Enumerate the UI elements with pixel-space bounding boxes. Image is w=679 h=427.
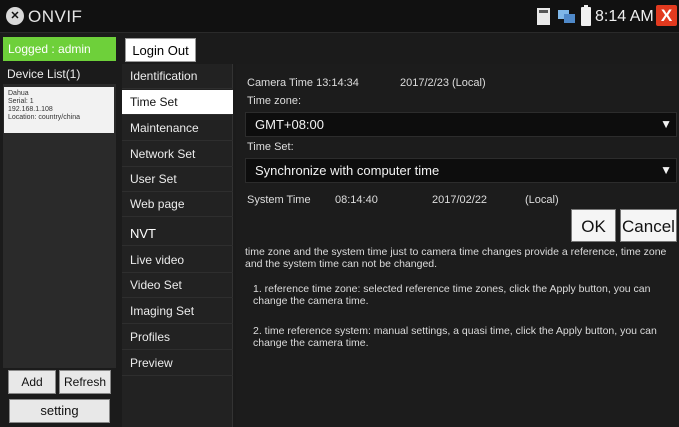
time-set-value: Synchronize with computer time [255,163,440,178]
menu-item-user-set[interactable]: User Set [122,167,233,192]
description-intro: time zone and the system time just to ca… [245,246,667,270]
camera-time: Camera Time 13:14:34 [247,77,359,89]
menu-item-video-set[interactable]: Video Set [122,273,233,298]
device-location: Location: country/china [8,114,80,121]
network-icon [558,8,576,24]
menu-item-network-set[interactable]: Network Set [122,142,233,167]
add-button[interactable]: Add [8,370,56,394]
menu-item-live-video[interactable]: Live video [122,248,233,273]
app-title: ONVIF [28,7,83,26]
device-item[interactable]: Dahua Serial: 1 192.168.1.108 Location: … [4,87,114,133]
device-serial: Serial: 1 [8,98,34,105]
ok-button[interactable]: OK [571,209,616,242]
menu-item-preview[interactable]: Preview [122,351,233,376]
settings-menu: Identification Time Set Maintenance Netw… [122,64,233,427]
menu-section-nvt: NVT [122,221,233,246]
time-zone-value: GMT+08:00 [255,117,325,132]
onvif-logo-icon: ✕ [6,7,24,25]
cancel-button[interactable]: Cancel [620,209,677,242]
setting-button[interactable]: setting [9,399,110,423]
camera-date: 2017/2/23 (Local) [400,77,486,89]
device-name: Dahua [8,90,29,97]
device-ip: 192.168.1.108 [8,106,53,113]
time-set-label: Time Set: [247,141,294,153]
login-out-button[interactable]: Login Out [125,38,196,62]
chevron-down-icon: ▼ [660,163,672,177]
menu-item-imaging-set[interactable]: Imaging Set [122,299,233,324]
system-time-label: System Time [247,194,311,206]
system-local-label: (Local) [525,194,559,206]
description-step-1: 1. reference time zone: selected referen… [253,283,651,307]
menu-item-time-set[interactable]: Time Set [122,90,233,115]
menu-item-web-page[interactable]: Web page [122,192,233,217]
system-date-value: 2017/02/22 [432,194,488,206]
time-zone-select[interactable]: GMT+08:00 ▼ [245,112,677,137]
time-zone-label: Time zone: [247,95,302,107]
clock: 8:14 AM [595,8,654,25]
menu-item-identification[interactable]: Identification [122,64,233,89]
system-time-value: 08:14:40 [335,194,378,206]
title-bar: ✕ ONVIF 8:14 AM X [0,0,679,33]
device-list-header: Device List(1) [7,67,81,81]
logged-status: Logged : admin [3,37,116,61]
close-button[interactable]: X [656,5,677,26]
chevron-down-icon: ▼ [660,117,672,131]
time-set-panel: Camera Time 13:14:34 2017/2/23 (Local) T… [236,64,679,427]
battery-icon [581,5,591,26]
sd-card-icon [537,8,550,25]
refresh-button[interactable]: Refresh [59,370,111,394]
menu-item-profiles[interactable]: Profiles [122,325,233,350]
description-step-2: 2. time reference system: manual setting… [253,325,657,349]
device-list: Dahua Serial: 1 192.168.1.108 Location: … [3,84,116,368]
menu-item-maintenance[interactable]: Maintenance [122,116,233,141]
time-set-select[interactable]: Synchronize with computer time ▼ [245,158,677,183]
